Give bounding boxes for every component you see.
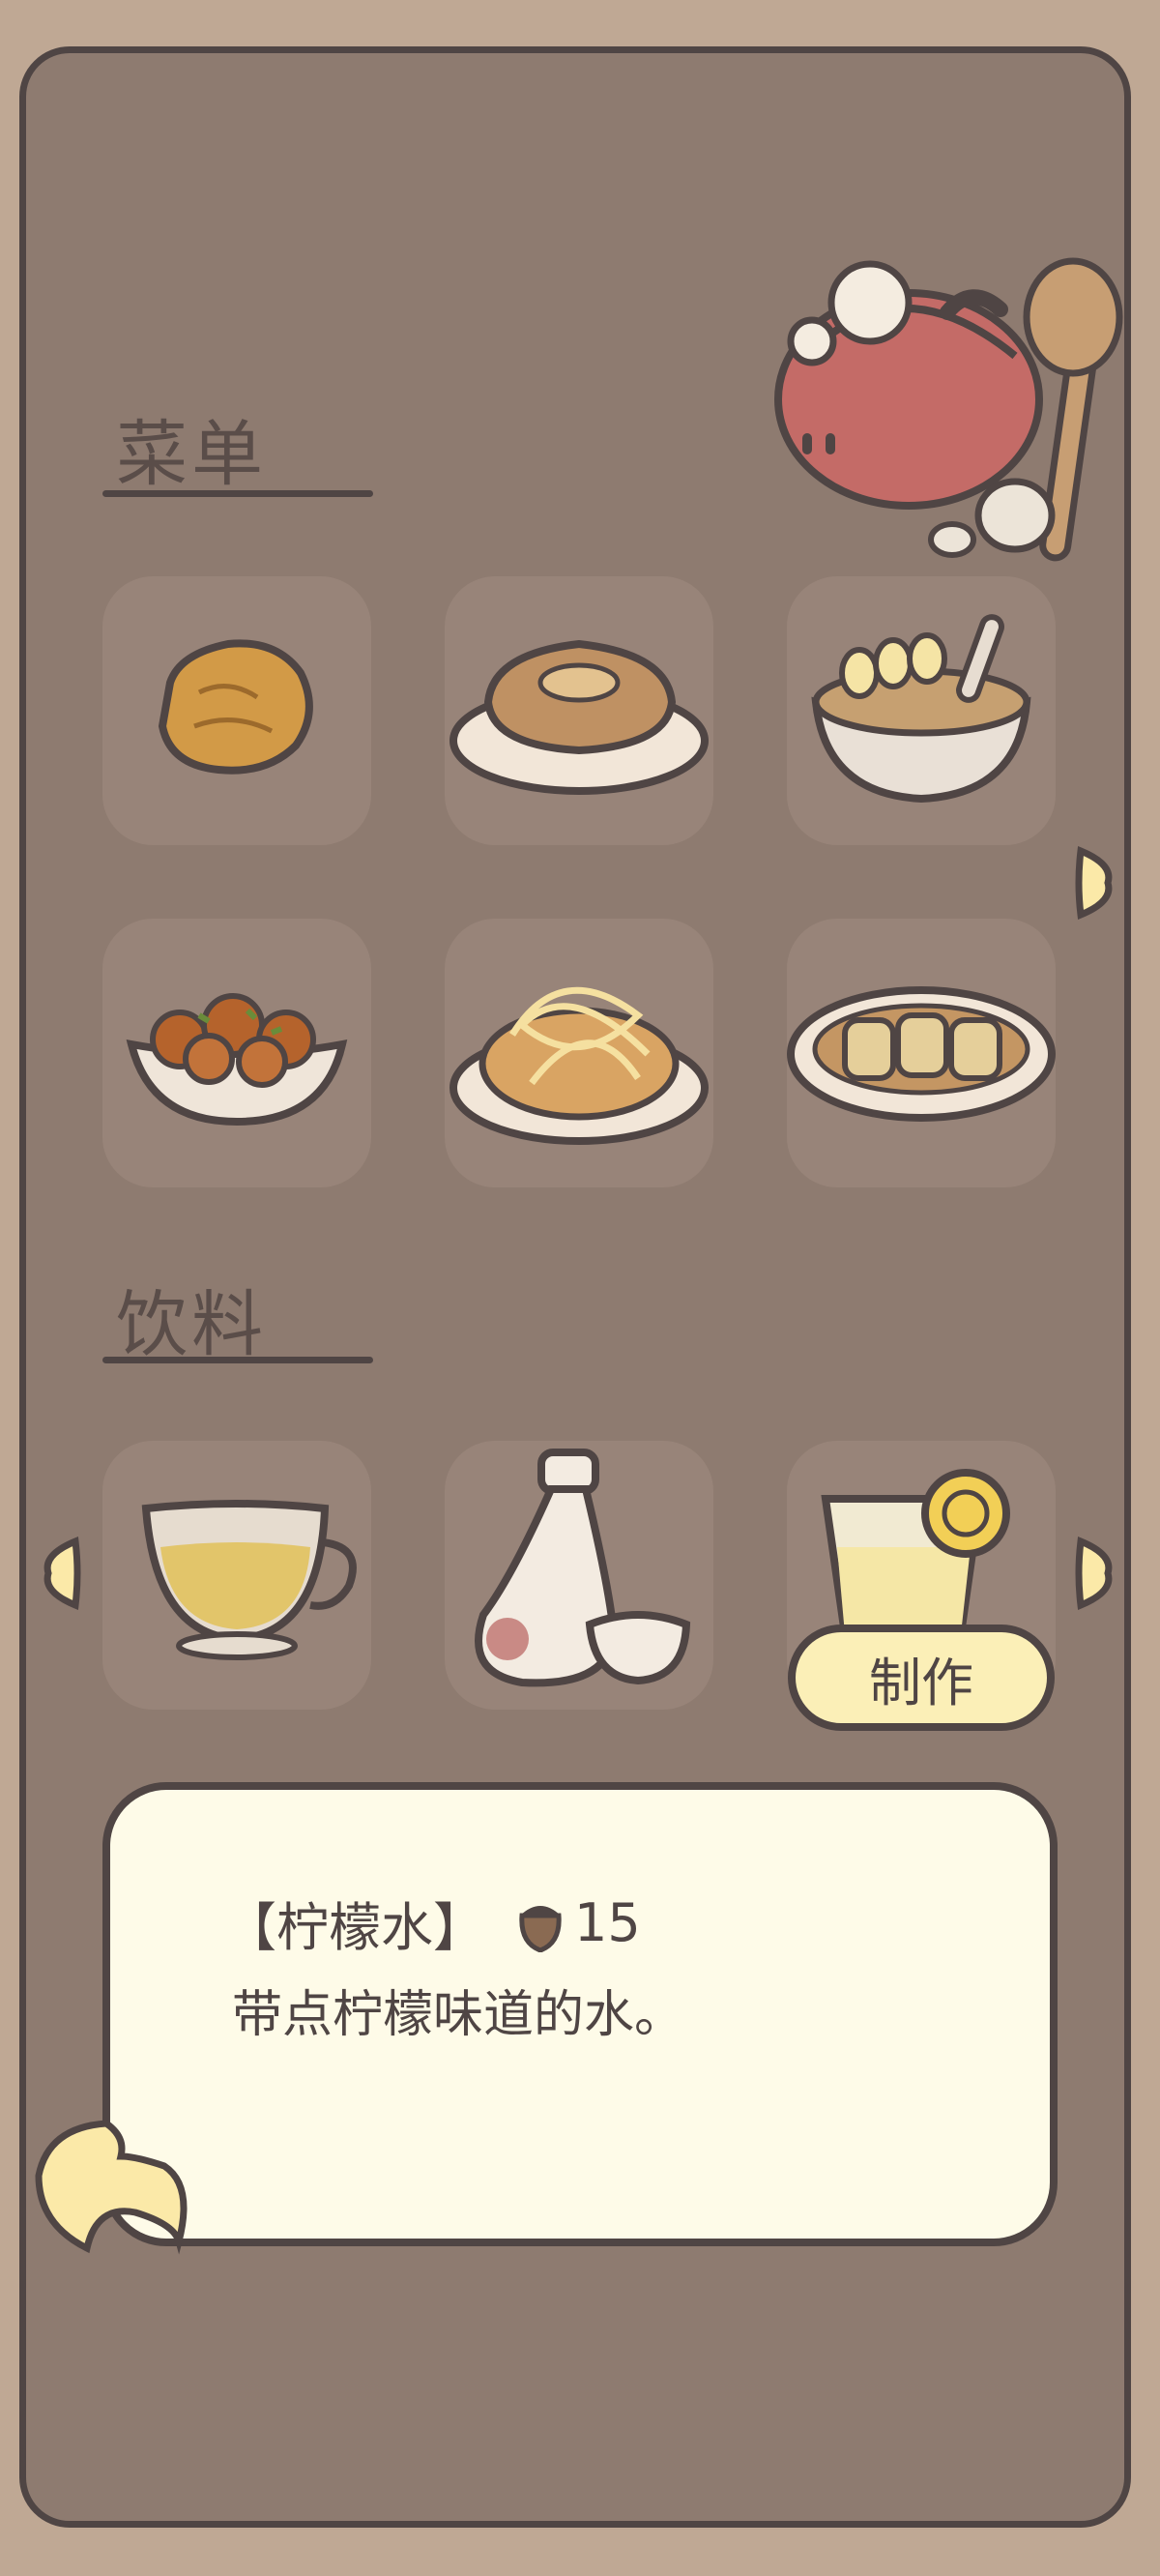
takoyaki-bowl-icon bbox=[126, 993, 348, 1127]
menu-item-tile[interactable] bbox=[102, 919, 371, 1187]
make-button[interactable]: 制作 bbox=[788, 1625, 1055, 1731]
acorn-icon bbox=[519, 1905, 562, 1952]
next-drinks-arrow-icon[interactable] bbox=[1075, 1536, 1114, 1611]
prev-arrow-icon[interactable] bbox=[43, 1536, 81, 1611]
rolled-omelette-plate-icon bbox=[787, 986, 1056, 1122]
tea-cup-icon bbox=[141, 1500, 357, 1660]
item-description: 带点柠檬味道的水。 bbox=[232, 1986, 685, 2044]
drink-item-tile[interactable] bbox=[102, 1441, 371, 1710]
menu-section-title: 菜单 bbox=[116, 413, 267, 496]
menu-item-tile[interactable] bbox=[102, 576, 371, 845]
banana-pudding-bowl-icon bbox=[811, 614, 1031, 804]
drinks-section-underline bbox=[102, 1357, 373, 1363]
pancake-plate-icon bbox=[450, 639, 709, 795]
next-arrow-icon[interactable] bbox=[1075, 845, 1114, 921]
menu-item-tile[interactable] bbox=[445, 919, 713, 1187]
item-detail-header: 【柠檬水】 15 bbox=[224, 1885, 641, 1961]
cooking-pot-icon bbox=[774, 257, 1123, 562]
menu-item-tile[interactable] bbox=[445, 576, 713, 845]
speech-bubble-tail-icon bbox=[35, 2120, 188, 2255]
menu-item-tile[interactable] bbox=[787, 576, 1056, 845]
drinks-section-title: 饮料 bbox=[116, 1283, 267, 1366]
noodles-plate-icon bbox=[450, 986, 709, 1145]
item-detail-card: 【柠檬水】 15 带点柠檬味道的水。 bbox=[102, 1782, 1058, 2246]
sake-bottle-icon bbox=[475, 1449, 691, 1687]
item-name: 【柠檬水】 bbox=[224, 1897, 485, 1958]
drink-item-tile[interactable] bbox=[445, 1441, 713, 1710]
menu-item-tile[interactable] bbox=[787, 919, 1056, 1187]
menu-section-underline bbox=[102, 490, 373, 497]
hash-brown-icon bbox=[158, 639, 313, 775]
item-price: 15 bbox=[574, 1892, 641, 1953]
